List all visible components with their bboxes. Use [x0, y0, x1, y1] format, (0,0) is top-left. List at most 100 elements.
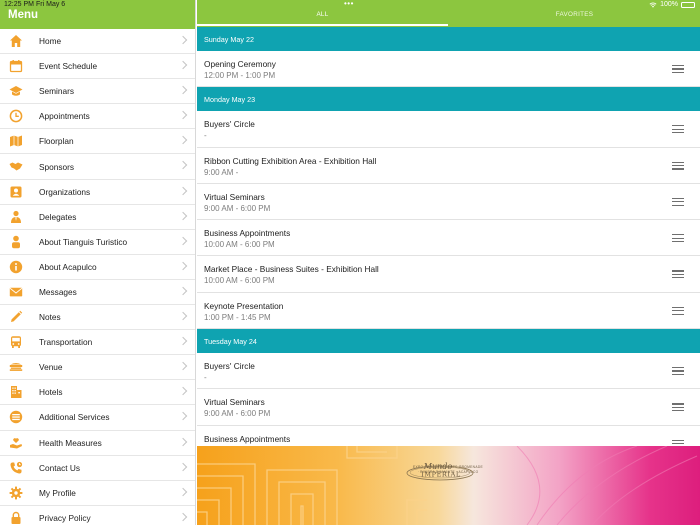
sidebar-item-label: Appointments: [39, 111, 90, 122]
chevron-right-icon: [178, 361, 188, 371]
sidebar-item-my-profile[interactable]: My Profile: [0, 481, 195, 506]
event-time: 9:00 AM -: [204, 167, 239, 177]
event-time: 1:00 PM - 1:45 PM: [204, 312, 271, 322]
sidebar-item-about-tianguis-turistico[interactable]: About Tianguis Turistico: [0, 230, 195, 255]
sidebar-item-label: Notes: [39, 312, 61, 323]
banner-pattern: [197, 446, 698, 525]
phone-icon: [10, 461, 23, 474]
event-time: -: [204, 131, 207, 141]
chevron-right-icon: [178, 512, 188, 522]
sidebar-item-appointments[interactable]: Appointments: [0, 104, 195, 130]
sidebar-item-transportation[interactable]: Transportation: [0, 330, 195, 356]
sidebar-item-messages[interactable]: Messages: [0, 280, 195, 306]
sidebar-item-organizations[interactable]: Organizations: [0, 180, 195, 205]
drag-handle-icon[interactable]: [672, 161, 684, 171]
drag-handle-icon[interactable]: [672, 234, 684, 243]
sidebar-item-privacy-policy[interactable]: Privacy Policy: [0, 506, 195, 525]
sidebar-item-home[interactable]: Home: [0, 29, 195, 55]
sidebar-item-notes[interactable]: Notes: [0, 305, 195, 331]
event-row[interactable]: Business Appointments10:00 AM - 6:00 PM: [197, 220, 700, 257]
calendar-icon: [9, 60, 23, 73]
person-icon: [12, 235, 20, 248]
sidebar-item-additional-services[interactable]: Additional Services: [0, 405, 195, 431]
menu-list: Home Event Schedule Seminars Appointments Fl…: [0, 29, 195, 525]
logo-word-imperial: IMPERIAL: [421, 471, 461, 479]
sidebar-item-label: Floorplan: [39, 136, 74, 147]
status-bar: 12:25 PM Fri May 6 ••• 100%: [0, 0, 700, 9]
drag-handle-icon[interactable]: [672, 125, 684, 134]
mundo-imperial-logo: Mundo IMPERIAL EXPO·FORUM·RESORTS·PROMEN…: [404, 460, 492, 481]
sidebar-item-venue[interactable]: Venue: [0, 355, 195, 381]
sidebar-item-hotels[interactable]: Hotels: [0, 380, 195, 406]
day-header: Sunday May 22: [197, 27, 700, 51]
event-title: Virtual Seminars: [204, 397, 265, 408]
drag-handle-icon[interactable]: [672, 367, 684, 376]
chevron-right-icon: [178, 311, 188, 321]
schedule-list[interactable]: Sunday May 22 Opening Ceremony 12:00 PM - …: [197, 27, 700, 446]
info-icon: [9, 260, 23, 274]
event-row[interactable]: Ribbon Cutting Exhibition Area - Exhibit…: [197, 148, 700, 184]
sidebar-item-contact-us[interactable]: Contact Us: [0, 456, 195, 481]
sidebar-item-label: Home: [39, 36, 62, 47]
sidebar-item-floorplan[interactable]: Floorplan: [0, 129, 195, 155]
event-row[interactable]: Buyers' Circle -: [197, 111, 700, 148]
event-time: 9:00 AM - 6:00 PM: [204, 203, 271, 213]
active-tab-indicator: [197, 24, 448, 26]
event-row[interactable]: Virtual Seminars 9:00 AM - 6:00 PM: [197, 184, 700, 221]
chevron-right-icon: [178, 60, 188, 70]
sidebar-item-health-measures[interactable]: Health Measures: [0, 431, 195, 456]
chevron-right-icon: [178, 161, 188, 170]
chevron-right-icon: [178, 236, 188, 245]
envelope-icon: [9, 287, 23, 297]
chevron-right-icon: [178, 111, 188, 120]
chevron-right-icon: [178, 85, 188, 95]
event-title: Buyers' Circle: [204, 119, 255, 130]
status-date: Fri May 6: [36, 1, 66, 8]
chevron-right-icon: [178, 487, 188, 496]
drag-handle-icon[interactable]: [672, 403, 684, 412]
handshake-icon: [9, 162, 23, 171]
event-row[interactable]: Business Appointments10:00 AM - 6:00 PM: [197, 426, 700, 446]
status-time: 12:25 PM: [4, 1, 34, 8]
sponsor-banner[interactable]: Mundo IMPERIAL EXPO·FORUM·RESORTS·PROMEN…: [197, 446, 700, 525]
sidebar-item-sponsors[interactable]: Sponsors: [0, 154, 195, 180]
drag-handle-icon[interactable]: [672, 65, 684, 74]
event-title: Ribbon Cutting Exhibition Area - Exhibit…: [204, 155, 377, 166]
day-header: Monday May 23: [197, 87, 700, 112]
app-root: 12:25 PM Fri May 6 ••• 100% Menu Home Eve…: [0, 0, 700, 525]
graduation-cap-icon: [9, 86, 23, 96]
pencil-icon: [11, 310, 23, 323]
event-row[interactable]: Opening Ceremony 12:00 PM - 1:00 PM: [197, 51, 700, 88]
sidebar-item-event-schedule[interactable]: Event Schedule: [0, 54, 195, 80]
person-tie-icon: [11, 210, 21, 223]
event-title: Business Appointments: [204, 433, 291, 444]
health-hand-icon: [10, 437, 22, 448]
sidebar-item-label: About Tianguis Turistico: [39, 236, 128, 247]
chevron-right-icon: [178, 286, 188, 296]
gear-icon: [9, 486, 23, 500]
drag-handle-icon[interactable]: [672, 270, 684, 279]
drag-handle-icon[interactable]: [672, 306, 684, 316]
chevron-right-icon: [178, 186, 188, 195]
day-header: Tuesday May 24: [197, 329, 700, 354]
sidebar-item-label: Sponsors: [39, 161, 75, 172]
wifi-icon: [649, 2, 657, 8]
chevron-right-icon: [178, 261, 188, 271]
sidebar-item-label: Messages: [39, 286, 77, 297]
event-row[interactable]: Virtual Seminars 9:00 AM - 6:00 PM: [197, 389, 700, 426]
home-icon: [10, 35, 22, 47]
sidebar-item-seminars[interactable]: Seminars: [0, 79, 195, 105]
lock-icon: [11, 511, 21, 524]
sidebar-item-delegates[interactable]: Delegates: [0, 205, 195, 230]
event-row[interactable]: Keynote Presentation 1:00 PM - 1:45 PM: [197, 293, 700, 330]
chevron-right-icon: [178, 387, 188, 396]
sidebar-item-label: Venue: [39, 362, 63, 373]
event-row[interactable]: Market Place - Business Suites - Exhibit…: [197, 256, 700, 293]
event-time: 10:00 AM - 6:00 PM: [204, 276, 275, 286]
sidebar-item-label: Organizations: [39, 186, 91, 197]
sidebar-item-about-acapulco[interactable]: About Acapulco: [0, 255, 195, 280]
event-row[interactable]: Buyers' Circle -: [197, 353, 700, 390]
drag-handle-icon[interactable]: [672, 197, 684, 207]
chevron-right-icon: [178, 336, 188, 346]
multitasking-dots-icon[interactable]: •••: [344, 0, 354, 8]
